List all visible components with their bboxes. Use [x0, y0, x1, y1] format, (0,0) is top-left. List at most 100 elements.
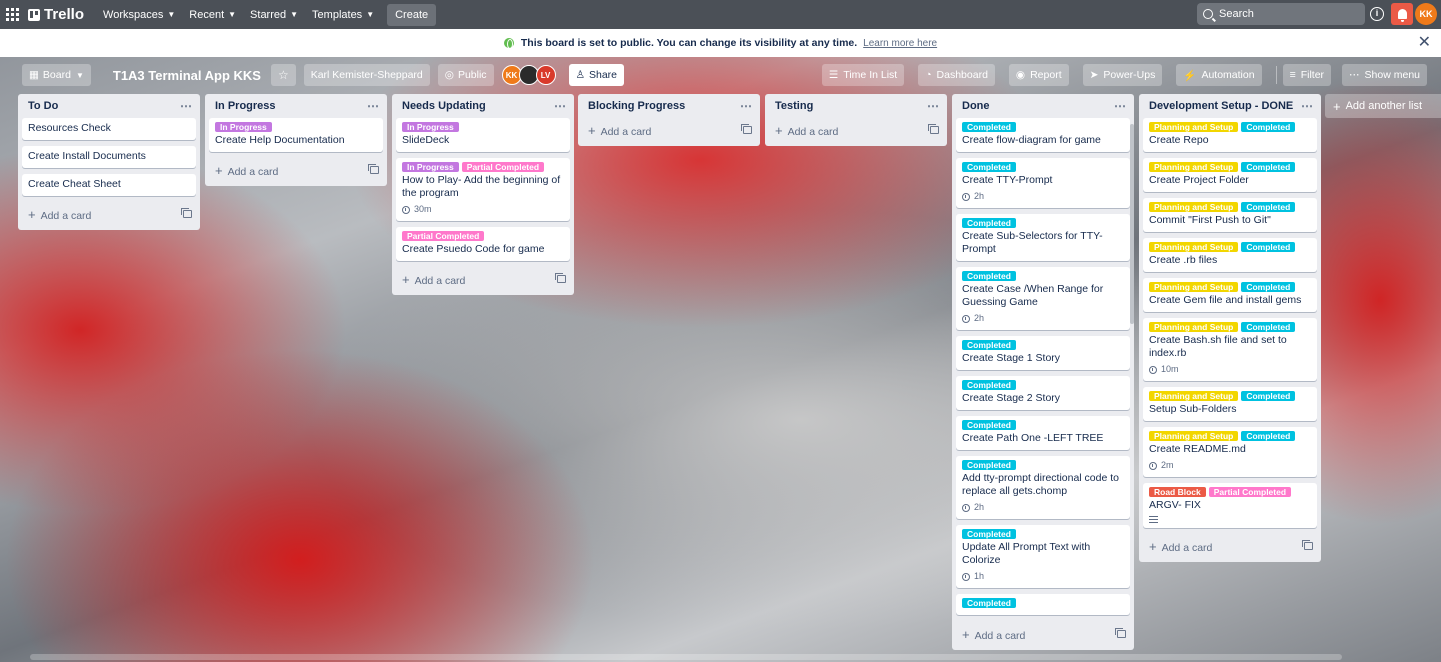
card-label[interactable]: Planning and Setup [1149, 162, 1239, 172]
list-menu-icon[interactable]: ⋯ [180, 99, 192, 113]
filter-button[interactable]: ≡ Filter [1282, 64, 1332, 86]
avatar[interactable]: KK [1415, 3, 1437, 25]
nav-starred[interactable]: Starred ▼ [243, 4, 305, 26]
card-label[interactable]: Completed [962, 420, 1016, 430]
card-label[interactable]: Completed [1241, 322, 1296, 332]
card-label[interactable]: Completed [962, 529, 1016, 539]
card[interactable]: Completed Create Case /When Range for Gue… [956, 267, 1130, 330]
card-label[interactable]: Completed [1241, 431, 1296, 441]
close-icon[interactable]: ✕ [1418, 35, 1431, 51]
info-icon[interactable]: i [1370, 7, 1384, 21]
card-label[interactable]: In Progress [402, 162, 459, 172]
add-card-button[interactable]: + Add a card [209, 158, 383, 182]
card[interactable]: Completed Add tty-prompt directional code… [956, 456, 1130, 519]
share-button[interactable]: ♙ Share [568, 64, 625, 86]
list-header[interactable]: Testing ⋯ [769, 94, 943, 118]
card[interactable]: Resources Check [22, 118, 196, 140]
vertical-scrollbar[interactable] [1130, 124, 1134, 324]
add-card-button[interactable]: + Add a card [22, 202, 196, 226]
card-label[interactable]: Completed [962, 598, 1016, 608]
card[interactable]: Create Cheat Sheet [22, 174, 196, 196]
card-label[interactable]: Partial Completed [1208, 487, 1292, 497]
card-template-icon[interactable] [368, 164, 379, 174]
card[interactable]: Completed Create Sub-Selectors for TTY-Pr… [956, 214, 1130, 261]
card-template-icon[interactable] [1115, 628, 1126, 638]
star-button[interactable]: ☆ [270, 64, 296, 86]
card-label[interactable]: Completed [962, 271, 1016, 281]
add-card-button[interactable]: + Add a card [396, 267, 570, 291]
card-template-icon[interactable] [741, 124, 752, 134]
list-menu-icon[interactable]: ⋯ [554, 99, 566, 113]
nav-templates[interactable]: Templates ▼ [305, 4, 381, 26]
power-ups-button[interactable]: ➤ Power-Ups [1082, 64, 1163, 86]
card[interactable]: Completed Create Path One -LEFT TREE [956, 416, 1130, 450]
card-label[interactable]: Completed [962, 162, 1016, 172]
list-header[interactable]: Blocking Progress ⋯ [582, 94, 756, 118]
card[interactable]: Planning and Setup Completed Create Projec… [1143, 158, 1317, 192]
card-label[interactable]: In Progress [402, 122, 459, 132]
search-input[interactable]: Search [1197, 3, 1365, 25]
automation-button[interactable]: ⚡ Automation [1176, 64, 1262, 86]
visibility-button[interactable]: ◎ Public [437, 64, 494, 86]
list-menu-icon[interactable]: ⋯ [927, 99, 939, 113]
time-in-list-button[interactable]: ☰ Time In List [821, 64, 905, 86]
card[interactable]: Road Block Partial Completed ARGV- FIX [1143, 483, 1317, 528]
card-label[interactable]: Completed [962, 460, 1016, 470]
learn-more-link[interactable]: Learn more here [863, 38, 937, 49]
board-view-switcher[interactable]: ▦ Board ▼ [22, 64, 91, 86]
show-menu-button[interactable]: ⋯ Show menu [1342, 64, 1427, 86]
card-label[interactable]: Completed [962, 218, 1016, 228]
card-template-icon[interactable] [555, 273, 566, 283]
card-label[interactable]: Planning and Setup [1149, 242, 1239, 252]
card[interactable]: Partial Completed Create Psuedo Code for … [396, 227, 570, 261]
card-label[interactable]: Completed [1241, 242, 1296, 252]
app-switcher-icon[interactable] [6, 7, 20, 22]
card-label[interactable]: Road Block [1149, 487, 1206, 497]
card[interactable]: In Progress Partial Completed How to Play-… [396, 158, 570, 221]
card-label[interactable]: Completed [962, 122, 1016, 132]
dashboard-button[interactable]: ◔ Dashboard [918, 64, 995, 86]
card[interactable]: Planning and Setup Completed Setup Sub-Fol… [1143, 387, 1317, 421]
card[interactable]: Planning and Setup Completed Create Repo [1143, 118, 1317, 152]
card[interactable]: In Progress Create Help Documentation [209, 118, 383, 152]
add-card-button[interactable]: + Add a card [769, 118, 943, 142]
card[interactable]: Planning and Setup Completed Create Bash.s… [1143, 318, 1317, 381]
card-template-icon[interactable] [928, 124, 939, 134]
card[interactable]: Completed [956, 594, 1130, 615]
card[interactable]: Planning and Setup Completed Commit "First… [1143, 198, 1317, 232]
list-header[interactable]: In Progress ⋯ [209, 94, 383, 118]
card-label[interactable]: Completed [1241, 282, 1296, 292]
report-button[interactable]: ◉ Report [1008, 64, 1069, 86]
card-label[interactable]: Completed [1241, 202, 1296, 212]
card-label[interactable]: Completed [962, 380, 1016, 390]
card-label[interactable]: Planning and Setup [1149, 122, 1239, 132]
add-list-button[interactable]: + Add another list [1325, 94, 1441, 118]
list-header[interactable]: Development Setup - DONE ⋯ [1143, 94, 1317, 118]
card[interactable]: Completed Create Stage 1 Story [956, 336, 1130, 370]
card-label[interactable]: Partial Completed [461, 162, 545, 172]
list-menu-icon[interactable]: ⋯ [740, 99, 752, 113]
card-label[interactable]: Planning and Setup [1149, 391, 1239, 401]
list-menu-icon[interactable]: ⋯ [1114, 99, 1126, 113]
card-label[interactable]: Completed [1241, 162, 1296, 172]
board-title[interactable]: T1A3 Terminal App KKS [113, 68, 261, 83]
card-label[interactable]: Completed [1241, 122, 1296, 132]
nav-workspaces[interactable]: Workspaces ▼ [96, 4, 182, 26]
card-label[interactable]: Planning and Setup [1149, 202, 1239, 212]
card-label[interactable]: Partial Completed [402, 231, 485, 241]
card-label[interactable]: Planning and Setup [1149, 282, 1239, 292]
card[interactable]: Planning and Setup Completed Create Gem fi… [1143, 278, 1317, 312]
card[interactable]: In Progress SlideDeck [396, 118, 570, 152]
card[interactable]: Completed Create Stage 2 Story [956, 376, 1130, 410]
card[interactable]: Completed Update All Prompt Text with Col… [956, 525, 1130, 588]
workspace-button[interactable]: Karl Kemister-Sheppard [303, 64, 430, 86]
card-label[interactable]: Planning and Setup [1149, 431, 1239, 441]
nav-recent[interactable]: Recent ▼ [182, 4, 243, 26]
card-label[interactable]: Planning and Setup [1149, 322, 1239, 332]
list-menu-icon[interactable]: ⋯ [1301, 99, 1313, 113]
add-card-button[interactable]: + Add a card [582, 118, 756, 142]
horizontal-scrollbar[interactable] [30, 654, 1342, 660]
notifications-button[interactable] [1391, 3, 1413, 25]
list-header[interactable]: Needs Updating ⋯ [396, 94, 570, 118]
card-template-icon[interactable] [181, 208, 192, 218]
